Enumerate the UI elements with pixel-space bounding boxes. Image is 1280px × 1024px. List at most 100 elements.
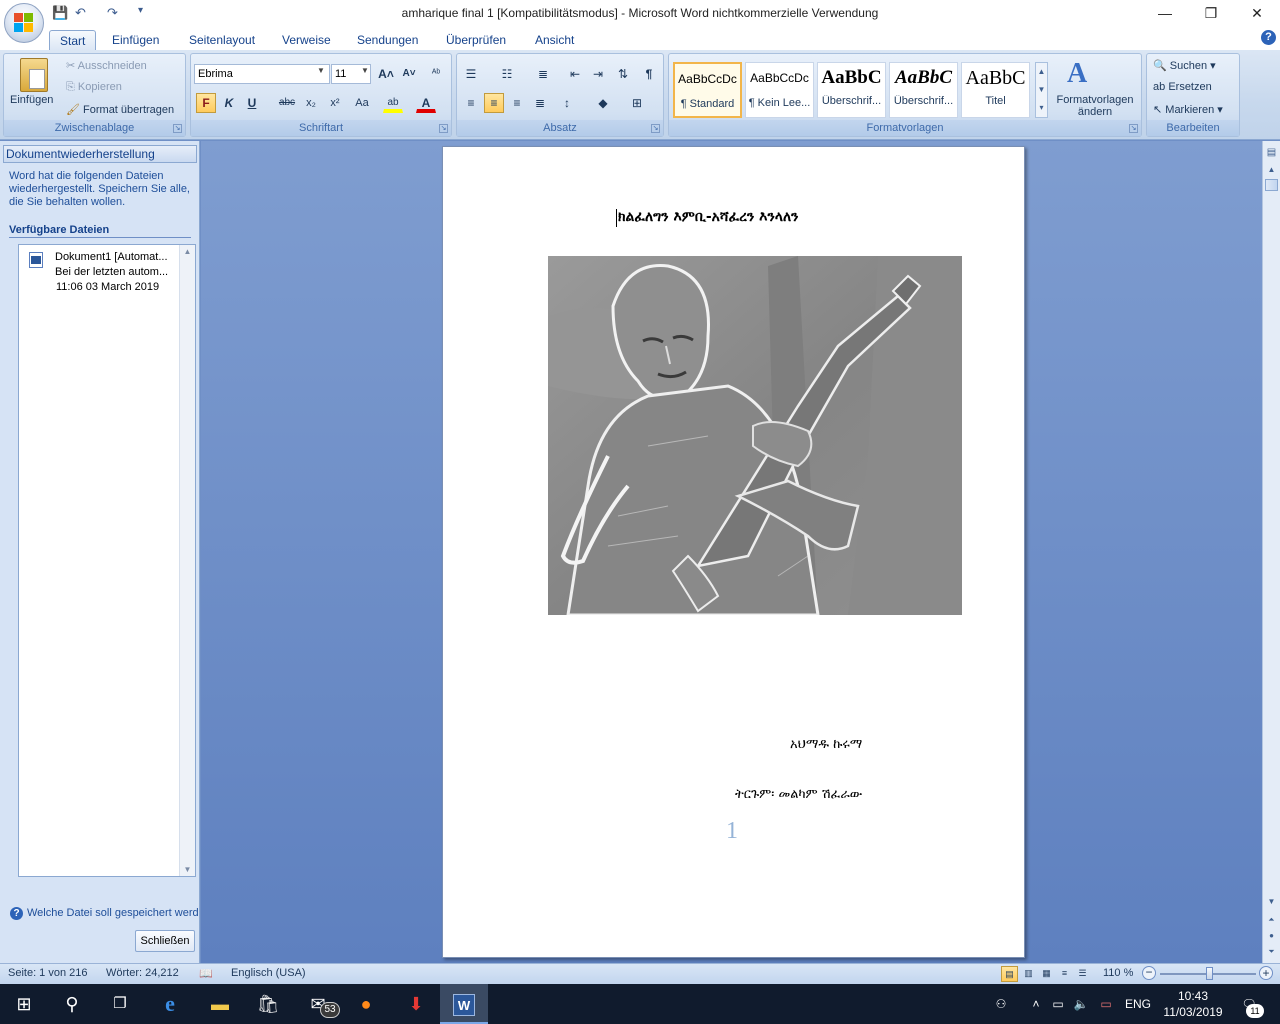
scroll-down-icon[interactable]: ▼: [1265, 897, 1278, 906]
word-count[interactable]: Wörter: 24,212: [106, 967, 179, 979]
close-button[interactable]: ✕: [1234, 0, 1280, 28]
sort-icon[interactable]: ⇅: [613, 64, 633, 84]
show-marks-button[interactable]: ¶: [639, 64, 659, 84]
style-ueberschrift-2[interactable]: AaBbC Überschrif...: [889, 62, 958, 118]
store-icon[interactable]: 🛍: [244, 984, 292, 1024]
zoom-in-icon[interactable]: +: [1259, 966, 1273, 980]
superscript-button[interactable]: x²: [325, 93, 345, 113]
translator-line[interactable]: ትርጉም፡ መልካም ሽፈራው: [735, 787, 862, 802]
bold-button[interactable]: F: [196, 93, 216, 113]
windows-start-icon[interactable]: ⊞: [0, 984, 48, 1024]
font-name-combo[interactable]: Ebrima: [194, 64, 330, 84]
font-launcher[interactable]: ↘: [439, 124, 448, 133]
increase-indent-icon[interactable]: ⇥: [588, 64, 608, 84]
language-indicator[interactable]: Englisch (USA): [231, 967, 306, 979]
paste-button[interactable]: Einfügen: [10, 94, 53, 106]
font-color-button[interactable]: A: [416, 93, 436, 113]
office-button[interactable]: [4, 3, 44, 43]
minimize-button[interactable]: —: [1142, 0, 1188, 28]
spelling-check-icon[interactable]: 📖: [199, 967, 213, 980]
undo-icon[interactable]: ↶: [75, 5, 86, 23]
firefox-icon[interactable]: ●: [342, 984, 390, 1024]
task-view-icon[interactable]: ❐: [96, 984, 144, 1024]
customize-qat-icon[interactable]: ▾: [138, 5, 143, 23]
paragraph-launcher[interactable]: ↘: [651, 124, 660, 133]
change-case-button[interactable]: Aa: [349, 93, 375, 113]
select-button[interactable]: ↖ Markieren ▾: [1153, 103, 1223, 116]
clock[interactable]: 10:43 11/03/2019: [1158, 984, 1228, 1024]
close-pane-button[interactable]: Schließen: [135, 930, 195, 952]
file-list-scrollbar[interactable]: ▲ ▼: [179, 245, 195, 876]
align-right-icon[interactable]: ≡: [507, 93, 527, 113]
tab-start[interactable]: Start: [49, 30, 97, 50]
ruler-toggle-icon[interactable]: ▤: [1265, 147, 1278, 158]
change-styles-icon[interactable]: A: [1067, 58, 1087, 90]
grow-font-button[interactable]: A˄: [376, 64, 396, 84]
paste-icon[interactable]: [20, 58, 48, 92]
tab-sendungen[interactable]: Sendungen: [357, 30, 418, 50]
file-explorer-icon[interactable]: ▬: [196, 984, 244, 1024]
italic-button[interactable]: K: [219, 93, 239, 113]
numbering-icon[interactable]: ☷: [497, 64, 517, 84]
highlight-button[interactable]: ab: [383, 93, 403, 113]
web-layout-icon[interactable]: ▦: [1038, 966, 1055, 982]
underline-button[interactable]: U: [242, 93, 262, 113]
zoom-slider-thumb[interactable]: [1206, 967, 1214, 980]
word-taskbar-icon[interactable]: W: [440, 984, 488, 1024]
zoom-level[interactable]: 110 %: [1103, 967, 1133, 979]
save-icon[interactable]: 💾: [52, 5, 68, 23]
zoom-out-icon[interactable]: −: [1142, 966, 1156, 980]
previous-page-icon[interactable]: ⏶: [1265, 915, 1278, 925]
next-page-icon[interactable]: ⏷: [1265, 947, 1278, 957]
maximize-button[interactable]: ❐: [1188, 0, 1234, 28]
tab-einfuegen[interactable]: Einfügen: [112, 30, 159, 50]
help-link[interactable]: ? Welche Datei soll gespeichert werden?: [10, 907, 198, 920]
tab-verweise[interactable]: Verweise: [282, 30, 331, 50]
clipboard-launcher[interactable]: ↘: [173, 124, 182, 133]
volume-icon[interactable]: 🔈: [1072, 984, 1090, 1024]
replace-button[interactable]: ab Ersetzen: [1153, 81, 1212, 93]
browse-object-icon[interactable]: ●: [1265, 931, 1278, 940]
style-kein-leerraum[interactable]: AaBbCcDc ¶ Kein Lee...: [745, 62, 814, 118]
font-size-dropdown-icon[interactable]: ▼: [361, 66, 369, 75]
find-button[interactable]: 🔍 Suchen ▾: [1153, 59, 1216, 72]
draft-view-icon[interactable]: ☰: [1074, 966, 1091, 982]
styles-launcher[interactable]: ↘: [1129, 124, 1138, 133]
borders-icon[interactable]: ⊞: [627, 93, 647, 113]
scroll-up-icon[interactable]: ▲: [1265, 165, 1278, 174]
notification-center-icon[interactable]: 🗨11: [1236, 984, 1264, 1024]
style-standard[interactable]: AaBbCcDc ¶ Standard: [673, 62, 742, 118]
align-center-icon[interactable]: ≡: [484, 93, 504, 113]
battery-icon[interactable]: ▭: [1096, 984, 1116, 1024]
people-icon[interactable]: ⚇: [990, 984, 1012, 1024]
align-left-icon[interactable]: ≡: [461, 93, 481, 113]
help-icon[interactable]: ?: [1261, 30, 1276, 45]
vertical-scrollbar[interactable]: ▤ ▲ ▼ ⏶ ● ⏷: [1262, 141, 1280, 963]
tab-ueberpruefen[interactable]: Überprüfen: [446, 30, 506, 50]
style-titel[interactable]: AaBbC Titel: [961, 62, 1030, 118]
font-name-dropdown-icon[interactable]: ▼: [317, 66, 325, 75]
clear-format-button[interactable]: ᴬᵇ: [426, 64, 446, 84]
subscript-button[interactable]: x₂: [301, 93, 321, 113]
multilevel-list-icon[interactable]: ≣: [533, 64, 553, 84]
redo-icon[interactable]: ↷: [107, 5, 118, 23]
download-app-icon[interactable]: ⬇: [392, 984, 440, 1024]
tab-seitenlayout[interactable]: Seitenlayout: [189, 30, 255, 50]
scroll-thumb[interactable]: [1265, 179, 1278, 191]
mail-icon[interactable]: ✉ 53: [294, 984, 342, 1024]
style-ueberschrift-1[interactable]: AaBbC Überschrif...: [817, 62, 886, 118]
page-counter[interactable]: Seite: 1 von 216: [8, 967, 88, 979]
format-painter-button[interactable]: 🖌 Format übertragen: [66, 103, 174, 116]
line-spacing-icon[interactable]: ↕: [557, 93, 577, 113]
styles-scroll[interactable]: ▲ ▼ ▾: [1035, 62, 1048, 118]
author-line[interactable]: አህማዱ ኩሩማ: [790, 737, 862, 752]
decrease-indent-icon[interactable]: ⇤: [565, 64, 585, 84]
recovered-file-item[interactable]: Dokument1 [Automat... Bei der letzten au…: [25, 250, 175, 295]
full-screen-reading-icon[interactable]: ▥: [1020, 966, 1037, 982]
strikethrough-button[interactable]: abc: [277, 93, 297, 113]
outline-view-icon[interactable]: ≡: [1056, 966, 1073, 982]
input-language[interactable]: ENG: [1124, 984, 1152, 1024]
edge-browser-icon[interactable]: e: [146, 984, 194, 1024]
print-layout-view-icon[interactable]: ▤: [1001, 966, 1018, 982]
bullets-icon[interactable]: ☰: [461, 64, 481, 84]
